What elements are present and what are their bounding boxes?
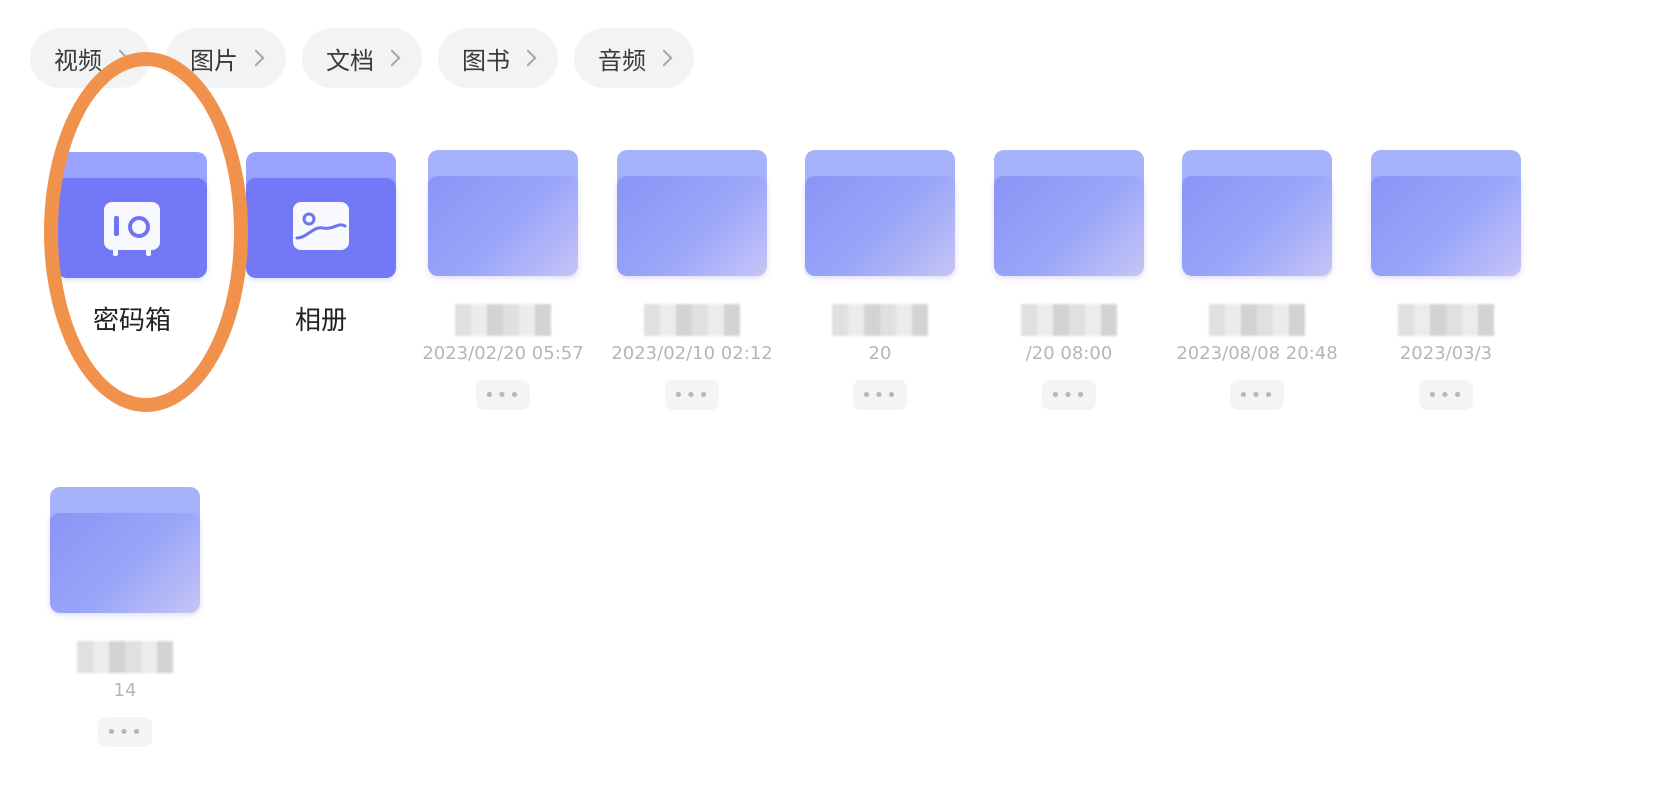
folder-item[interactable]: 14 ••• [40,487,210,747]
more-options-button[interactable]: ••• [1230,380,1284,410]
folder-date: /20 08:00 [1025,343,1113,364]
folder-date: 2023/02/20 05:57 [422,343,584,364]
folder-date: 20 [868,343,892,364]
photo-album-glyph [295,212,347,240]
blurred-name [832,303,928,336]
folder-icon[interactable] [428,150,578,276]
folder-date: 14 [113,680,137,701]
folder-body [805,176,955,276]
category-chip-documents[interactable]: 文档 [302,28,422,88]
folder-name [795,302,965,336]
blurred-name [1021,303,1117,336]
folder-item[interactable]: 20 ••• [795,150,965,410]
folder-item[interactable]: 2023/02/10 02:12 ••• [607,150,777,410]
file-browser-page: 视频 图片 文档 图书 音频 密码箱 相册 2023/02/20 05:57 •… [0,0,1668,800]
blurred-name [1209,303,1305,336]
folder-icon[interactable] [617,150,767,276]
blurred-name [455,303,551,336]
more-options-button[interactable]: ••• [853,380,907,410]
more-options-button[interactable]: ••• [476,380,530,410]
folder-item[interactable]: 2023/08/08 20:48 ••• [1172,150,1342,410]
folder-date: 2023/02/10 02:12 [611,343,773,364]
folder-item-safe-box[interactable]: 密码箱 [47,152,217,338]
blurred-name [1398,303,1494,336]
more-options-button[interactable]: ••• [665,380,719,410]
folder-name: 密码箱 [92,306,171,336]
more-options-button[interactable]: ••• [98,717,152,747]
chevron-right-icon [655,49,673,67]
safe-icon-knob [128,216,150,238]
category-chip-video[interactable]: 视频 [30,28,150,88]
category-chip-images[interactable]: 图片 [166,28,286,88]
photo-album-icon [293,202,349,250]
folder-name [1172,302,1342,336]
more-options-button[interactable]: ••• [1419,380,1473,410]
chevron-right-icon [383,49,401,67]
safe-icon-leg [113,248,118,256]
category-chip-label: 视频 [54,46,102,75]
folder-body [428,176,578,276]
safe-icon-leg [146,248,151,256]
category-chip-label: 图书 [462,46,510,75]
photo-album-folder-icon[interactable] [246,152,396,278]
folder-icon[interactable] [805,150,955,276]
folder-date: 2023/03/3 [1399,343,1493,364]
safe-folder-icon[interactable] [57,152,207,278]
safe-icon [104,202,160,256]
category-chip-audio[interactable]: 音频 [574,28,694,88]
folder-name [40,639,210,673]
folder-icon[interactable] [50,487,200,613]
folder-name: 相册 [294,306,347,336]
folder-body [1182,176,1332,276]
folder-body [617,176,767,276]
category-chip-label: 音频 [598,46,646,75]
category-chip-label: 图片 [190,46,238,75]
folder-name [607,302,777,336]
chevron-right-icon [247,49,265,67]
folder-icon[interactable] [1371,150,1521,276]
folder-body [1371,176,1521,276]
folder-name [1361,302,1531,336]
chevron-right-icon [111,49,129,67]
folder-icon[interactable] [1182,150,1332,276]
folder-item[interactable]: 2023/02/20 05:57 ••• [418,150,588,410]
category-chip-label: 文档 [326,46,374,75]
category-chip-row: 视频 图片 文档 图书 音频 [30,28,694,88]
more-options-button[interactable]: ••• [1042,380,1096,410]
folder-item-photo-album[interactable]: 相册 [236,152,406,338]
category-chip-books[interactable]: 图书 [438,28,558,88]
blurred-name [644,303,740,336]
folder-date: 2023/08/08 20:48 [1176,343,1338,364]
chevron-right-icon [519,49,537,67]
folder-body [994,176,1144,276]
blurred-name [77,640,173,673]
folder-item[interactable]: /20 08:00 ••• [984,150,1154,410]
folder-item[interactable]: 2023/03/3 ••• [1361,150,1531,410]
folder-name [418,302,588,336]
folder-name [984,302,1154,336]
safe-icon-bar [114,216,119,236]
folder-icon[interactable] [994,150,1144,276]
folder-body [50,513,200,613]
